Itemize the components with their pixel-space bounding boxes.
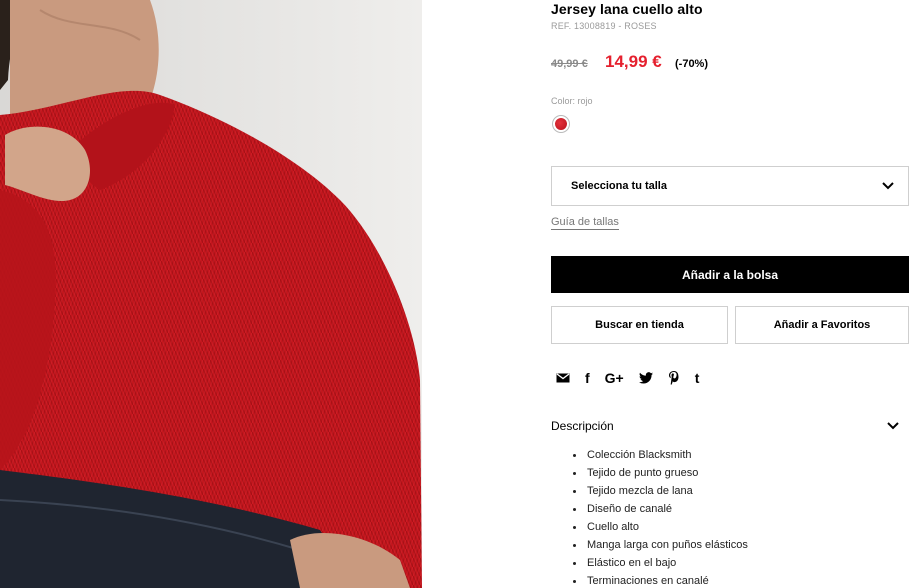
- list-item: Terminaciones en canalé: [573, 574, 748, 588]
- facebook-icon[interactable]: f: [585, 370, 590, 386]
- color-swatch-red[interactable]: [552, 115, 570, 133]
- add-to-favorites-button[interactable]: Añadir a Favoritos: [735, 306, 909, 344]
- find-in-store-button[interactable]: Buscar en tienda: [551, 306, 728, 344]
- chevron-down-icon: [887, 422, 899, 430]
- sale-price: 14,99 €: [605, 52, 662, 71]
- description-accordion[interactable]: Descripción: [551, 419, 899, 433]
- size-select[interactable]: Selecciona tu talla: [551, 166, 909, 206]
- product-ref: REF. 13008819 - ROSES: [551, 21, 657, 31]
- google-plus-icon[interactable]: G+: [605, 370, 624, 386]
- description-label: Descripción: [551, 419, 614, 433]
- list-item: Colección Blacksmith: [573, 448, 748, 466]
- color-label: Color: rojo: [551, 96, 593, 106]
- list-item: Tejido mezcla de lana: [573, 484, 748, 502]
- product-image[interactable]: [0, 0, 422, 588]
- tumblr-icon[interactable]: t: [695, 370, 700, 386]
- list-item: Elástico en el bajo: [573, 556, 748, 574]
- email-icon[interactable]: [556, 370, 570, 386]
- list-item: Tejido de punto grueso: [573, 466, 748, 484]
- list-item: Manga larga con puños elásticos: [573, 538, 748, 556]
- product-panel: Jersey lana cuello alto REF. 13008819 - …: [551, 0, 909, 588]
- list-item: Diseño de canalé: [573, 502, 748, 520]
- product-title: Jersey lana cuello alto: [551, 1, 703, 17]
- description-list: Colección Blacksmith Tejido de punto gru…: [573, 448, 748, 588]
- twitter-icon[interactable]: [638, 370, 653, 386]
- size-guide-link[interactable]: Guía de tallas: [551, 216, 619, 230]
- share-bar: f G+ t: [556, 370, 714, 386]
- list-item: Cuello alto: [573, 520, 748, 538]
- old-price: 49,99 €: [551, 58, 588, 70]
- pinterest-icon[interactable]: [668, 370, 680, 386]
- add-to-bag-button[interactable]: Añadir a la bolsa: [551, 256, 909, 293]
- swatch-fill: [555, 118, 567, 130]
- size-select-label: Selecciona tu talla: [571, 180, 667, 192]
- chevron-down-icon: [882, 182, 894, 190]
- discount-badge: (-70%): [675, 58, 709, 70]
